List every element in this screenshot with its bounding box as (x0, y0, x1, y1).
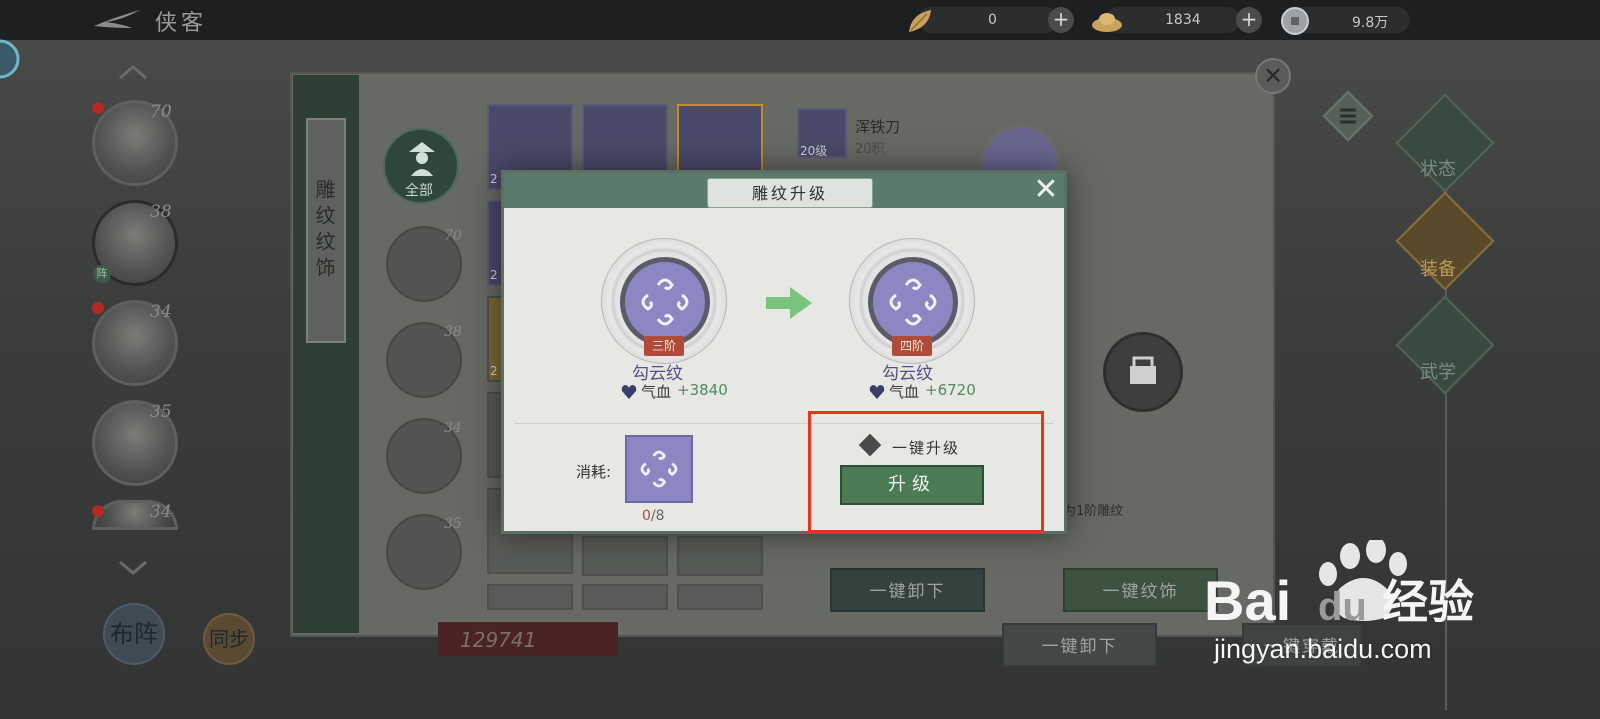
svg-text:Bai: Bai (1204, 569, 1291, 632)
gold-ingot-icon (1092, 13, 1122, 32)
hero-level: 38 (150, 202, 172, 222)
lock-icon (1130, 356, 1156, 384)
item-level: 2 (490, 364, 498, 378)
watermark-url: jingyan.baidu.com (1214, 634, 1432, 664)
equipped-sub: 20积 (855, 142, 885, 157)
stat-from-value: +3840 (677, 381, 728, 399)
tab-equipment-label: 装备 (1420, 259, 1456, 280)
sync-button[interactable]: 同步 (203, 613, 255, 665)
heart-icon (621, 385, 637, 399)
add-gold-button[interactable]: + (1236, 7, 1262, 33)
consume-count: 0/8 (642, 508, 665, 524)
unload-equip-button[interactable]: 一键卸下 (1002, 623, 1157, 667)
stat-from-label: 气血 (641, 383, 672, 401)
notification-dot (92, 102, 104, 114)
tab-engraving[interactable]: 雕纹纹饰 (306, 118, 346, 343)
consume-need: /8 (650, 508, 665, 524)
formation-button[interactable]: 布阵 (103, 603, 165, 665)
heart-icon (869, 385, 885, 399)
tier-badge-from: 三阶 (644, 336, 684, 356)
arrow-right-icon (766, 287, 812, 319)
menu-icon (1340, 108, 1356, 124)
empty-slot[interactable] (487, 584, 573, 610)
hint-text: 为1阶雕纹 (1063, 504, 1124, 519)
tab-status-label: 状态 (1420, 159, 1456, 180)
tier-badge-to: 四阶 (892, 336, 932, 356)
equipped-level: 20级 (800, 144, 828, 158)
cloud-pattern-icon (640, 450, 678, 488)
unload-all-button[interactable]: 一键卸下 (830, 568, 985, 612)
highlight-box (808, 411, 1044, 533)
item-level: 2 (490, 172, 498, 186)
consume-label: 消耗: (576, 463, 612, 481)
notification-dot (92, 505, 104, 517)
leaf-currency-icon (909, 10, 931, 32)
coin-icon (1281, 7, 1309, 35)
resource-value-gold: 1834 (1165, 12, 1201, 28)
empty-slot[interactable] (582, 536, 668, 576)
scroll-down-icon[interactable] (118, 560, 148, 576)
hero-silhouette-icon (409, 142, 435, 176)
dialog-title: 雕纹升级 (707, 178, 873, 208)
notification-dot (92, 302, 104, 314)
empty-slot[interactable] (677, 584, 763, 610)
svg-text:经验: 经验 (1382, 575, 1474, 629)
stat-to-value: +6720 (925, 381, 976, 399)
cloud-pattern-icon (641, 278, 689, 326)
scroll-up-icon[interactable] (118, 64, 148, 80)
empty-slot[interactable] (677, 536, 763, 576)
combat-power: 129741 (460, 628, 537, 652)
cloud-pattern-icon (889, 278, 937, 326)
adorn-all-button[interactable]: 一键纹饰 (1063, 568, 1218, 612)
consume-item[interactable] (625, 435, 693, 503)
consume-have: 0 (642, 508, 651, 524)
dialog-close-button[interactable]: ✕ (1032, 175, 1060, 205)
resource-value-leaf: 0 (988, 12, 997, 28)
item-level: 2 (490, 268, 498, 282)
hero-level: 34 (444, 420, 462, 436)
baidu-watermark-logo: Bai du 经验 (1204, 540, 1474, 632)
panel-close-button[interactable]: ✕ (1255, 58, 1291, 94)
hero-level: 70 (444, 228, 462, 244)
back-brush-icon[interactable] (92, 8, 142, 30)
page-title: 侠客 (155, 11, 208, 36)
resource-value-coin: 9.8万 (1352, 15, 1389, 31)
hero-level: 34 (150, 502, 172, 522)
hero-level: 38 (444, 324, 462, 340)
hero-level: 70 (150, 102, 172, 122)
add-leaf-button[interactable]: + (1048, 7, 1074, 33)
side-orb-icon[interactable] (0, 24, 20, 94)
hero-level: 34 (150, 302, 172, 322)
equipped-name: 浑铁刀 (855, 118, 901, 136)
hero-level: 35 (444, 516, 462, 532)
empty-slot[interactable] (582, 584, 668, 610)
hero-rank-badge: 阵 (93, 265, 111, 283)
category-all-label: 全部 (405, 183, 433, 199)
game-screen: 侠客 0 + 1834 + 9.8万 70 38 阵 34 35 34 布阵 同… (0, 0, 1600, 719)
top-bar: 侠客 0 + 1834 + 9.8万 (0, 0, 1600, 40)
hero-level: 35 (150, 402, 172, 422)
svg-text:du: du (1318, 585, 1367, 629)
tab-martial-arts-label: 武学 (1420, 362, 1456, 383)
stat-to-label: 气血 (889, 383, 920, 401)
